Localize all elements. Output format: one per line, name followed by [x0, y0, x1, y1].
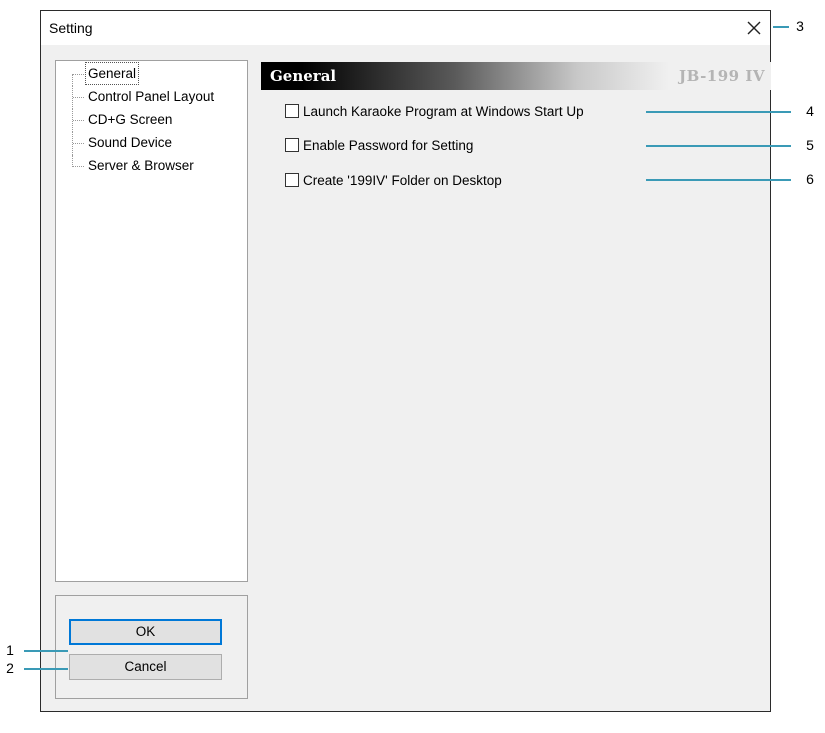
tree-item-general[interactable]: General	[56, 62, 247, 86]
tree-item-cdg-screen[interactable]: CD+G Screen	[56, 109, 247, 132]
tree-item-label: Control Panel Layout	[88, 89, 215, 104]
callout-number: 5	[806, 137, 814, 153]
title-bar: Setting	[41, 11, 770, 45]
callout-line	[773, 26, 789, 28]
section-header: General JB-199 IV	[261, 62, 771, 90]
close-icon[interactable]	[744, 18, 764, 38]
tree-item-control-panel-layout[interactable]: Control Panel Layout	[56, 86, 247, 109]
tree-connector	[72, 155, 85, 167]
callout-number: 4	[806, 103, 814, 119]
callout-line	[646, 145, 791, 147]
callout-number: 2	[6, 660, 14, 676]
option-enable-password[interactable]: Enable Password for Setting	[285, 135, 473, 155]
tree-item-label: CD+G Screen	[88, 112, 173, 127]
tree-item-label: Sound Device	[88, 135, 173, 150]
tree-connector	[72, 109, 85, 132]
callout-line	[24, 668, 68, 670]
tree-item-sound-device[interactable]: Sound Device	[56, 132, 247, 155]
option-label: Launch Karaoke Program at Windows Start …	[303, 103, 584, 119]
callout-line	[24, 650, 68, 652]
button-group: OK Cancel	[55, 595, 248, 699]
window-title: Setting	[49, 20, 93, 36]
cancel-button[interactable]: Cancel	[69, 654, 222, 680]
callout-line	[646, 179, 791, 181]
enable-password-checkbox[interactable]	[285, 138, 299, 152]
callout-line	[646, 111, 791, 113]
brand-label: JB-199 IV	[679, 67, 765, 85]
callout-number: 3	[796, 18, 804, 34]
callout-number: 1	[6, 642, 14, 658]
tree-item-label: General	[84, 62, 140, 85]
tree-connector	[72, 132, 85, 155]
option-label: Create '199IV' Folder on Desktop	[303, 172, 502, 188]
settings-window: Setting General Control Panel Layout CD+…	[40, 10, 771, 712]
option-label: Enable Password for Setting	[303, 137, 474, 153]
callout-number: 6	[806, 171, 814, 187]
tree-item-server-browser[interactable]: Server & Browser	[56, 155, 247, 178]
tree-item-label: Server & Browser	[88, 158, 194, 173]
option-create-desktop-folder[interactable]: Create '199IV' Folder on Desktop	[285, 170, 502, 190]
create-folder-checkbox[interactable]	[285, 173, 299, 187]
section-title: General	[270, 67, 337, 85]
ok-button[interactable]: OK	[69, 619, 222, 645]
tree-connector	[72, 86, 85, 109]
option-launch-at-startup[interactable]: Launch Karaoke Program at Windows Start …	[285, 101, 584, 121]
launch-at-startup-checkbox[interactable]	[285, 104, 299, 118]
tree-connector	[72, 74, 85, 86]
settings-tree: General Control Panel Layout CD+G Screen…	[55, 60, 248, 582]
